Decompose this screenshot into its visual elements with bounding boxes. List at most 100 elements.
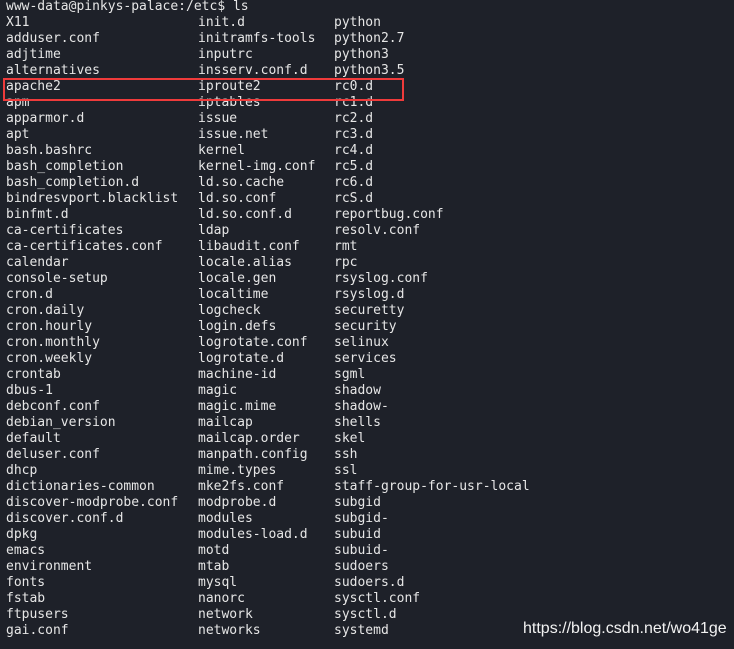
file-entry: default: [6, 431, 61, 446]
file-entry: motd: [198, 543, 230, 558]
file-entry: ssh: [334, 447, 358, 462]
file-entry: kernel-img.conf: [198, 159, 316, 174]
file-entry: issue.net: [198, 127, 269, 142]
file-entry: sudoers: [334, 559, 389, 574]
file-entry: X11: [6, 15, 30, 30]
highlight-box: [3, 78, 404, 101]
watermark: https://blog.csdn.net/wo41ge: [523, 620, 727, 637]
file-entry: gai.conf: [6, 623, 69, 638]
file-entry: ld.so.cache: [198, 175, 285, 190]
file-entry: ftpusers: [6, 607, 69, 622]
file-entry: discover-modprobe.conf: [6, 495, 179, 510]
file-entry: python3.5: [334, 63, 405, 78]
file-entry: nanorc: [198, 591, 245, 606]
file-entry: ca-certificates.conf: [6, 239, 163, 254]
file-entry: networks: [198, 623, 261, 638]
file-entry: mime.types: [198, 463, 277, 478]
file-entry: emacs: [6, 543, 46, 558]
file-entry: insserv.conf.d: [198, 63, 308, 78]
file-entry: rc5.d: [334, 159, 374, 174]
file-entry: ca-certificates: [6, 223, 124, 238]
file-entry: skel: [334, 431, 366, 446]
file-entry: mailcap: [198, 415, 253, 430]
file-entry: issue: [198, 111, 238, 126]
file-entry: bindresvport.blacklist: [6, 191, 179, 206]
file-entry: bash.bashrc: [6, 143, 93, 158]
file-entry: services: [334, 351, 397, 366]
file-entry: network: [198, 607, 253, 622]
file-entry: python2.7: [334, 31, 405, 46]
file-entry: localtime: [198, 287, 269, 302]
file-entry: environment: [6, 559, 93, 574]
file-entry: initramfs-tools: [198, 31, 316, 46]
file-entry: resolv.conf: [334, 223, 421, 238]
file-entry: modprobe.d: [198, 495, 277, 510]
file-entry: modules-load.d: [198, 527, 308, 542]
file-entry: login.defs: [198, 319, 277, 334]
file-entry: rc6.d: [334, 175, 374, 190]
file-entry: rmt: [334, 239, 358, 254]
file-entry: adduser.conf: [6, 31, 100, 46]
file-entry: rc2.d: [334, 111, 374, 126]
file-entry: adjtime: [6, 47, 61, 62]
file-entry: dictionaries-common: [6, 479, 155, 494]
file-entry: rsyslog.conf: [334, 271, 428, 286]
file-entry: ld.so.conf.d: [198, 207, 292, 222]
file-entry: deluser.conf: [6, 447, 100, 462]
file-entry: apt: [6, 127, 30, 142]
file-entry: sysctl.conf: [334, 591, 421, 606]
file-entry: rc3.d: [334, 127, 374, 142]
file-entry: alternatives: [6, 63, 100, 78]
file-entry: rpc: [334, 255, 358, 270]
file-entry: bash_completion: [6, 159, 124, 174]
file-entry: systemd: [334, 623, 389, 638]
file-entry: cron.monthly: [6, 335, 100, 350]
file-entry: shadow: [334, 383, 381, 398]
file-entry: securetty: [334, 303, 405, 318]
file-entry: subuid: [334, 527, 381, 542]
shell-prompt: www-data@pinkys-palace:/etc$ ls: [6, 0, 249, 14]
file-entry: locale.alias: [198, 255, 292, 270]
file-entry: ld.so.conf: [198, 191, 277, 206]
file-entry: sgml: [334, 367, 366, 382]
file-entry: libaudit.conf: [198, 239, 300, 254]
file-entry: bash_completion.d: [6, 175, 140, 190]
file-entry: security: [334, 319, 397, 334]
file-entry: rc4.d: [334, 143, 374, 158]
file-entry: init.d: [198, 15, 245, 30]
file-entry: mysql: [198, 575, 238, 590]
file-entry: logcheck: [198, 303, 261, 318]
file-entry: debian_version: [6, 415, 116, 430]
file-entry: subgid: [334, 495, 381, 510]
file-entry: sysctl.d: [334, 607, 397, 622]
file-entry: calendar: [6, 255, 69, 270]
file-entry: fonts: [6, 575, 46, 590]
file-entry: cron.hourly: [6, 319, 93, 334]
file-entry: cron.d: [6, 287, 53, 302]
file-entry: machine-id: [198, 367, 277, 382]
file-entry: logrotate.conf: [198, 335, 308, 350]
file-entry: sudoers.d: [334, 575, 405, 590]
file-entry: ssl: [334, 463, 358, 478]
file-entry: reportbug.conf: [334, 207, 444, 222]
file-entry: crontab: [6, 367, 61, 382]
file-entry: magic.mime: [198, 399, 277, 414]
file-entry: locale.gen: [198, 271, 277, 286]
file-entry: modules: [198, 511, 253, 526]
file-entry: fstab: [6, 591, 46, 606]
file-entry: subuid-: [334, 543, 389, 558]
file-entry: python3: [334, 47, 389, 62]
file-entry: rsyslog.d: [334, 287, 405, 302]
file-entry: shadow-: [334, 399, 389, 414]
file-entry: mailcap.order: [198, 431, 300, 446]
file-entry: discover.conf.d: [6, 511, 124, 526]
file-entry: dhcp: [6, 463, 38, 478]
file-entry: staff-group-for-usr-local: [334, 479, 530, 494]
file-entry: magic: [198, 383, 238, 398]
file-entry: console-setup: [6, 271, 108, 286]
file-entry: subgid-: [334, 511, 389, 526]
file-entry: debconf.conf: [6, 399, 100, 414]
file-entry: dpkg: [6, 527, 38, 542]
file-entry: manpath.config: [198, 447, 308, 462]
file-entry: rcS.d: [334, 191, 374, 206]
